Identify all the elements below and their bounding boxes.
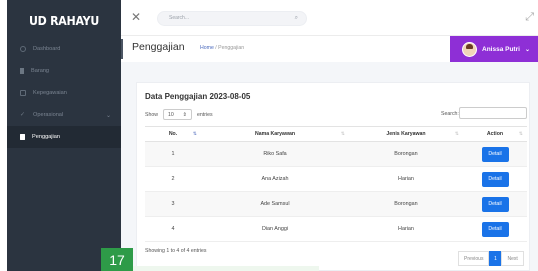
search-icon[interactable]: ⌕ [295, 12, 298, 25]
sidebar-item-kepegawaian[interactable]: Kepegawaian [7, 82, 121, 104]
entries-label: entries [196, 111, 213, 118]
table-info: Showing 1 to 4 of 4 entries [145, 248, 207, 254]
cell-jenis: Borongan [349, 191, 463, 217]
entries-value: 10 [167, 111, 174, 118]
sidebar-item-label: Operasional [33, 112, 64, 118]
chevron-down-icon: ⌄ [524, 46, 530, 53]
previous-page-button[interactable]: Previous [458, 251, 490, 266]
close-icon[interactable]: ✕ [131, 11, 141, 23]
sort-icon: ⇅ [454, 131, 459, 137]
chevron-down-icon: ⌄ [105, 112, 111, 119]
column-header-nama[interactable]: Nama Karyawan ⇅ [201, 126, 349, 142]
sort-icon: ⇅ [518, 131, 523, 137]
cell-jenis: Harian [349, 166, 463, 192]
sidebar-item-barang[interactable]: Barang [7, 60, 121, 82]
sidebar: UD RAHAYU Dashboard Barang Kepegawaian ✓… [7, 0, 121, 271]
pagination: Previous 1 Next [458, 251, 524, 266]
breadcrumb-current: Penggajian [218, 45, 245, 51]
column-header-no[interactable]: No. ⇅ [145, 126, 201, 142]
check-icon: ✓ [20, 112, 26, 118]
page-header: Penggajian Home / Penggajian Anissa Putr… [121, 36, 538, 62]
table-search-input[interactable] [459, 107, 527, 119]
users-icon [20, 90, 26, 96]
cell-no: 4 [145, 216, 201, 242]
sidebar-item-operasional[interactable]: ✓ Operasional ⌄ [7, 104, 121, 126]
card-title: Data Penggajian 2023-08-05 [145, 92, 251, 101]
sort-icon: ⇅ [192, 131, 197, 137]
payroll-table: No. ⇅ Nama Karyawan ⇅ Jenis Karyawan ⇅ Acti… [145, 126, 527, 242]
cell-action: Detail [463, 166, 527, 192]
sidebar-item-label: Dashboard [33, 46, 61, 52]
next-page-button[interactable]: Next [501, 251, 524, 266]
search-placeholder: Search... [169, 15, 190, 21]
cell-nama: Ade Samsul [201, 191, 349, 217]
detail-button[interactable]: Detail [481, 221, 509, 237]
cell-no: 2 [145, 166, 201, 192]
table-header-row: No. ⇅ Nama Karyawan ⇅ Jenis Karyawan ⇅ Acti… [145, 126, 527, 142]
column-header-action[interactable]: Action ⇅ [463, 126, 527, 142]
table-row: 3 Ade Samsul Borongan Detail [145, 191, 527, 217]
user-menu-button[interactable]: Anissa Putri ⌄ [450, 36, 538, 62]
sidebar-item-label: Kepegawaian [33, 90, 67, 96]
cell-no: 3 [145, 191, 201, 217]
payroll-card: Data Penggajian 2023-08-05 Show 10 ⇕ ent… [136, 82, 530, 271]
table-row: 1 Riko Safa Borongan Detail [145, 141, 527, 167]
sidebar-item-label: Penggajian [32, 134, 60, 140]
cell-no: 1 [145, 141, 201, 167]
page-title: Penggajian [132, 41, 185, 53]
document-icon [20, 134, 25, 140]
sort-arrows-icon: ⇕ [182, 111, 187, 118]
detail-button[interactable]: Detail [481, 146, 509, 162]
cell-nama: Ana Azizah [201, 166, 349, 192]
cell-action: Detail [463, 191, 527, 217]
sidebar-item-label: Barang [31, 68, 50, 74]
table-search-label: Search: [441, 111, 459, 117]
cell-action: Detail [463, 141, 527, 167]
cell-nama: Dian Anggi [201, 216, 349, 242]
cell-jenis: Harian [349, 216, 463, 242]
header-accent-bar [121, 39, 123, 59]
page-1-button[interactable]: 1 [489, 251, 502, 266]
breadcrumb: Home / Penggajian [200, 45, 244, 51]
sidebar-item-penggajian[interactable]: Penggajian [7, 126, 121, 148]
cell-action: Detail [463, 216, 527, 242]
sort-icon: ⇅ [340, 131, 345, 137]
fullscreen-icon[interactable]: ⤢ [525, 12, 534, 23]
box-icon [20, 68, 24, 74]
topbar: ✕ Search... ⌕ ⤢ [121, 0, 538, 36]
breadcrumb-home-link[interactable]: Home [200, 45, 214, 51]
overlay-strip [133, 266, 319, 271]
search-input[interactable]: Search... ⌕ [157, 11, 307, 26]
sidebar-item-dashboard[interactable]: Dashboard [7, 38, 121, 60]
dashboard-icon [20, 46, 26, 52]
table-row: 2 Ana Azizah Harian Detail [145, 166, 527, 192]
user-name: Anissa Putri [482, 45, 520, 53]
show-label: Show [145, 111, 158, 118]
detail-button[interactable]: Detail [481, 171, 509, 187]
avatar [462, 41, 477, 57]
cell-jenis: Borongan [349, 141, 463, 167]
column-header-jenis[interactable]: Jenis Karyawan ⇅ [349, 126, 463, 142]
brand-logo: UD RAHAYU [28, 12, 100, 28]
table-row: 4 Dian Anggi Harian Detail [145, 216, 527, 242]
cell-nama: Riko Safa [201, 141, 349, 167]
entries-select[interactable]: 10 ⇕ [162, 109, 192, 120]
detail-button[interactable]: Detail [481, 196, 509, 212]
entries-length-control: Show 10 ⇕ entries [145, 109, 213, 120]
overlay-number-badge: 17 [101, 248, 133, 271]
